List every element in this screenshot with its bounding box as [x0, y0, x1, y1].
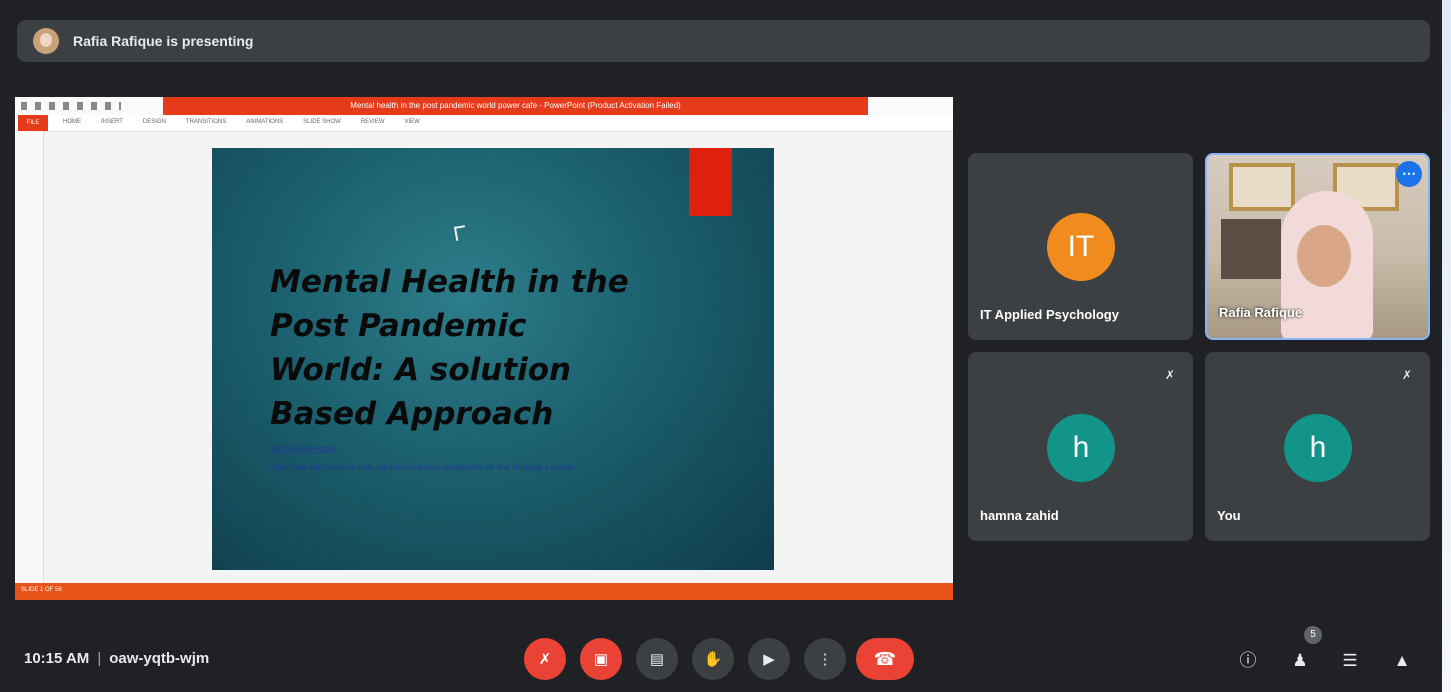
meet-window: Rafia Rafique is presenting Mental healt…	[0, 0, 1442, 692]
slide-title: Mental Health in the Post Pandemic World…	[270, 264, 629, 432]
slide-counter: SLIDE 1 OF 56	[21, 587, 62, 593]
pointer-cursor-icon	[453, 225, 468, 241]
captions-button[interactable]: ▤	[636, 638, 678, 680]
more-options-button[interactable]: ⋮	[804, 638, 846, 680]
ppt-window-title: Mental health in the post pandemic world…	[163, 97, 868, 115]
participant-name: hamna zahid	[980, 508, 1059, 523]
ppt-ribbon: FILE HOME INSERT DESIGN TRANSITIONS ANIM…	[15, 115, 953, 132]
ppt-file-tab: FILE	[18, 115, 48, 131]
wall-frame	[1229, 163, 1295, 211]
slide-thumbnails-pane	[15, 131, 44, 583]
participant-tile[interactable]: ✗ h You	[1205, 352, 1430, 541]
slide-author: DR RAFIA RAFIQUE	[270, 446, 337, 453]
meeting-code: oaw-yqtb-wjm	[109, 650, 210, 667]
separator: |	[97, 650, 102, 667]
participant-avatar: h	[1284, 414, 1352, 482]
ppt-tab: SLIDE SHOW	[303, 119, 341, 125]
people-icon[interactable]: ♟	[1288, 650, 1312, 672]
activities-icon[interactable]: ▲	[1390, 650, 1414, 672]
avatar-initial: h	[1309, 431, 1327, 464]
ppt-tab: INSERT	[101, 119, 123, 125]
participant-name: IT Applied Psychology	[980, 307, 1119, 322]
shared-screen: Mental health in the post pandemic world…	[15, 97, 953, 600]
clock-time: 10:15 AM	[24, 650, 90, 667]
chat-icon[interactable]: ☰	[1338, 650, 1362, 672]
ppt-window-controls	[868, 97, 953, 115]
meeting-details-icon[interactable]: ⓘ	[1236, 650, 1260, 672]
mic-off-icon: ✗	[1159, 364, 1181, 386]
participant-avatar: h	[1047, 414, 1115, 482]
presenting-banner: Rafia Rafique is presenting	[17, 20, 1430, 62]
participant-avatar: IT	[1047, 213, 1115, 281]
raise-hand-button[interactable]: ✋	[692, 638, 734, 680]
participant-tile[interactable]: ✗ h hamna zahid	[968, 352, 1193, 541]
meeting-info: 10:15 AM | oaw-yqtb-wjm	[24, 650, 209, 667]
bottom-bar: 10:15 AM | oaw-yqtb-wjm ✗ ▣ ▤ ✋ ▶ ⋮ ☎ ⓘ 5 …	[0, 622, 1442, 692]
ppt-tab: ANIMATIONS	[246, 119, 284, 125]
people-count-badge: 5	[1304, 626, 1322, 644]
quick-access-toolbar	[15, 97, 163, 115]
ppt-tab: DESIGN	[142, 119, 166, 125]
bookshelf	[1221, 219, 1281, 279]
presenting-text: Rafia Rafique is presenting	[73, 33, 254, 49]
leave-call-button[interactable]: ☎	[856, 638, 914, 680]
mic-off-icon: ✗	[1396, 364, 1418, 386]
more-options-icon[interactable]: ⋯	[1396, 161, 1422, 187]
mic-off-button[interactable]: ✗	[524, 638, 566, 680]
camera-off-button[interactable]: ▣	[580, 638, 622, 680]
present-now-button[interactable]: ▶	[748, 638, 790, 680]
participant-video-tile[interactable]: ⋯ Rafia Rafique	[1205, 153, 1430, 340]
background-edge	[1442, 0, 1451, 692]
participant-tile[interactable]: IT IT Applied Psychology	[968, 153, 1193, 340]
avatar-initial: IT	[1067, 230, 1095, 263]
current-slide: Mental Health in the Post Pandemic World…	[212, 148, 774, 570]
ppt-tab: TRANSITIONS	[185, 119, 227, 125]
ppt-tab: VIEW	[404, 119, 420, 125]
participant-name: Rafia Rafique	[1219, 305, 1303, 320]
ppt-tab: REVIEW	[360, 119, 385, 125]
ppt-tab: HOME	[63, 119, 81, 125]
ppt-status-bar: SLIDE 1 OF 56	[15, 583, 953, 600]
slide-affiliation: DIRECTOR INSTITUTE OF APPLIED PSYCHOLOGY…	[270, 465, 576, 472]
participant-name: You	[1217, 508, 1241, 523]
presenter-face	[1297, 225, 1351, 287]
slide-red-accent	[689, 148, 732, 216]
presenter-avatar	[33, 28, 59, 54]
avatar-initial: h	[1072, 431, 1090, 464]
